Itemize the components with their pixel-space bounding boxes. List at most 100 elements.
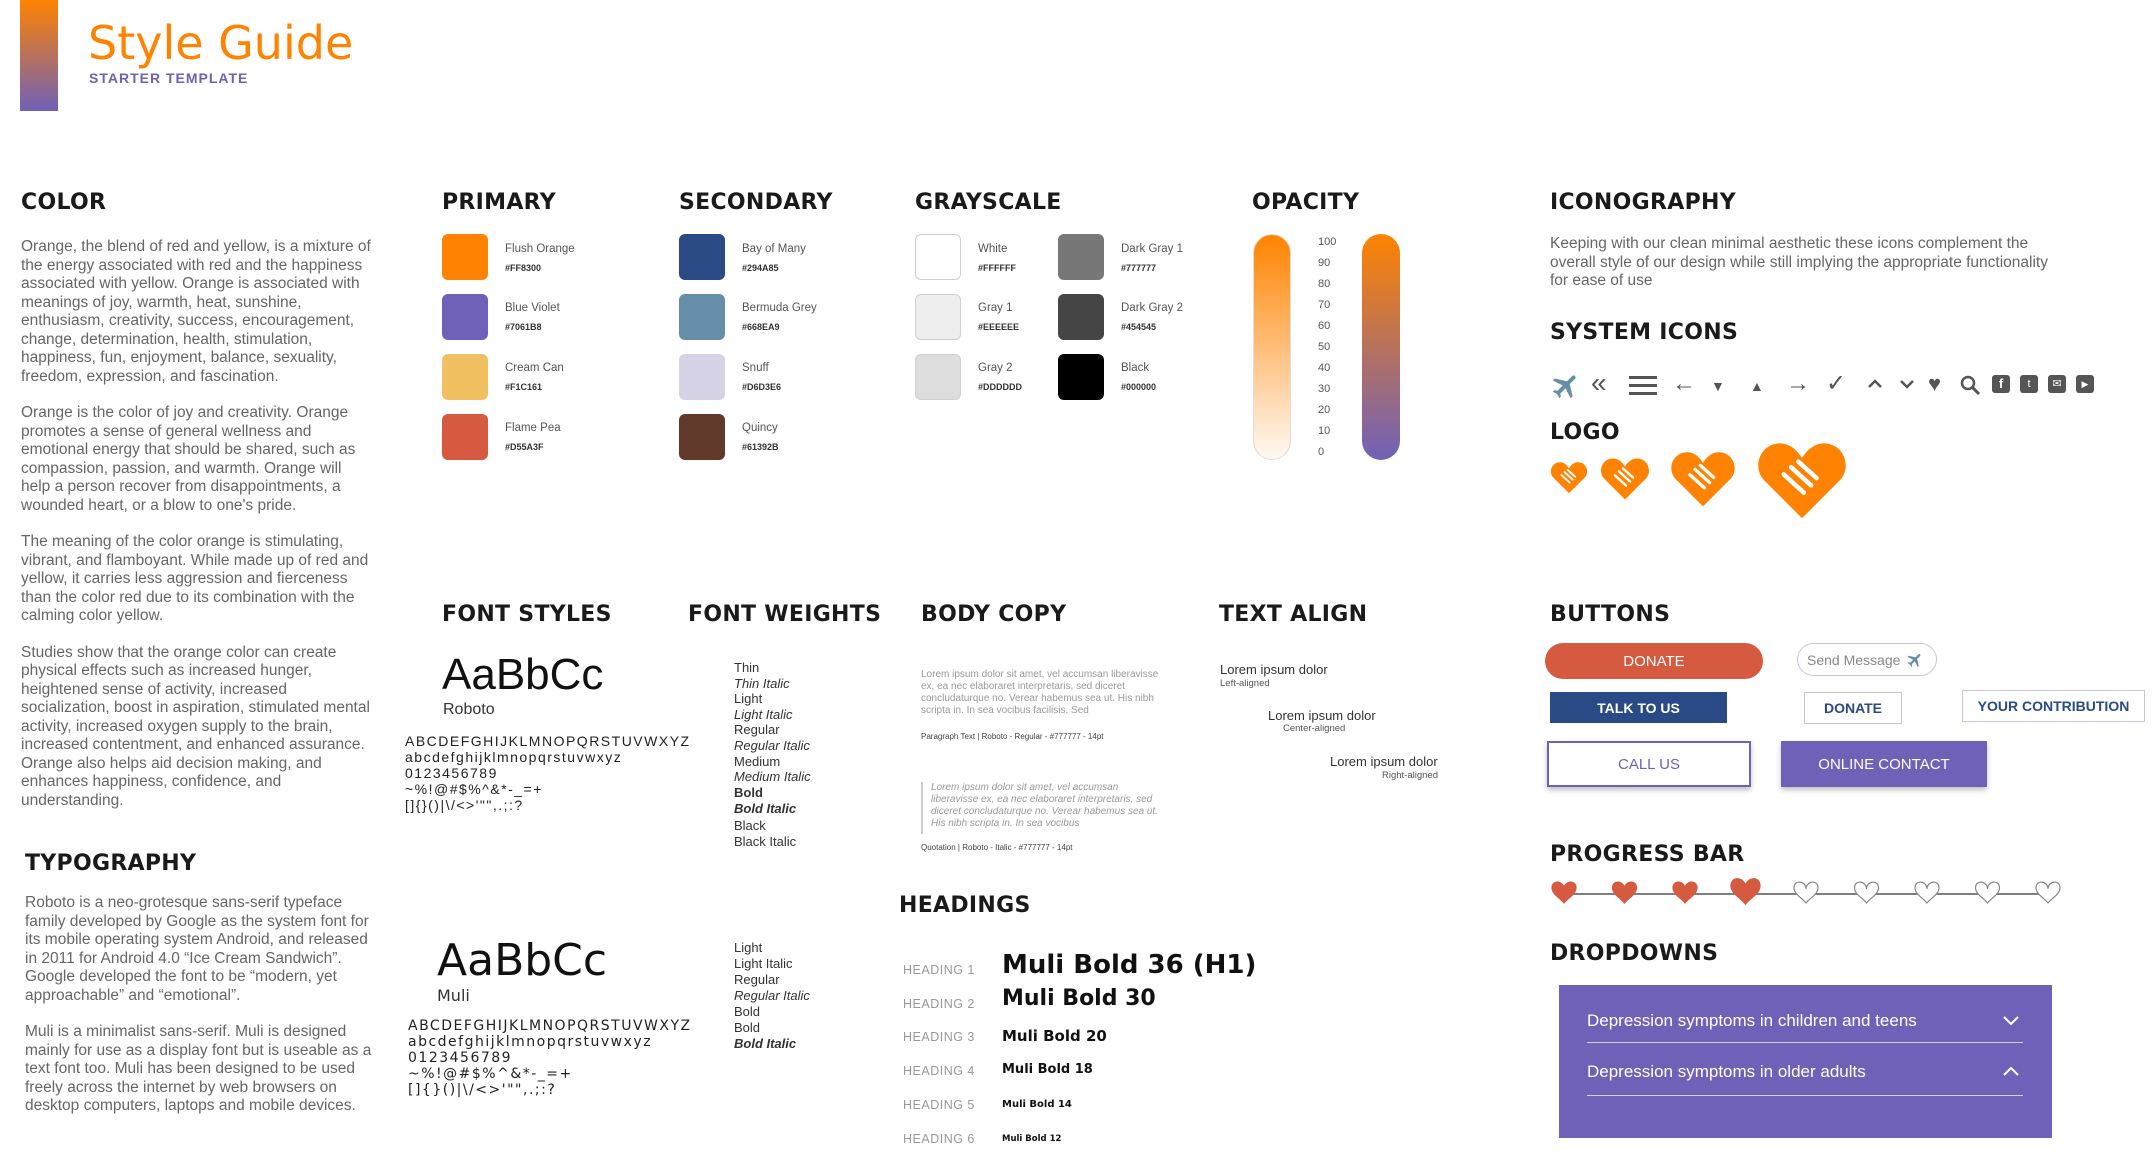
paragraph-caption: Paragraph Text | Roboto - Regular - #777…	[921, 732, 1104, 741]
typography-section-text: Roboto is a neo-grotesque sans-serif typ…	[25, 894, 373, 1134]
weight-light: Light	[734, 940, 763, 955]
weight-bold-italic: Bold Italic	[734, 1036, 797, 1051]
send-message-button[interactable]: Send Message	[1797, 643, 1937, 676]
chevron-down-icon	[2003, 1016, 2019, 1026]
text-center-caption: Center-aligned	[1283, 723, 1346, 734]
plane-icon[interactable]	[1550, 370, 1582, 402]
weight-regular-italic: Regular Italic	[734, 738, 810, 753]
weight-regular: Regular	[734, 972, 780, 987]
swatch-bay-of-many	[679, 234, 725, 280]
swatch-name: Snuff	[742, 362, 769, 374]
swatch-name: Flame Pea	[505, 422, 561, 434]
progress-heart-icon	[1974, 881, 2001, 904]
opacity-tick: 70	[1318, 299, 1331, 311]
chevron-up-icon[interactable]	[1866, 377, 1884, 391]
swatch-quincy	[679, 414, 725, 460]
logo-heart-hands-icon	[1758, 443, 1846, 519]
swatch-white	[915, 234, 961, 280]
weight-light: Light	[734, 691, 763, 706]
swatch-hex: #000000	[1121, 382, 1157, 392]
swatch-dark-gray-1	[1058, 234, 1104, 280]
email-icon[interactable]: ✉	[2048, 375, 2066, 393]
swatch-name: Gray 2	[978, 362, 1013, 374]
donate-primary-button[interactable]: DONATE	[1545, 643, 1763, 679]
typography-paragraph: Muli is a minimalist sans-serif. Muli is…	[25, 1023, 372, 1114]
progress-heart-icon	[1611, 881, 1638, 904]
roboto-name: Roboto	[443, 701, 495, 718]
weight-light-italic: Light Italic	[734, 707, 793, 722]
swatch-hex: #61392B	[742, 442, 779, 452]
hamburger-menu-icon[interactable]	[1628, 374, 1658, 398]
progress-heart-icon	[1730, 878, 1761, 906]
text-align-title: TEXT ALIGN	[1219, 602, 1368, 627]
opacity-tick: 40	[1318, 362, 1331, 374]
send-message-label: Send Message	[1807, 651, 1901, 668]
opacity-bar-orange	[1253, 234, 1291, 460]
dropdown-item[interactable]: Depression symptoms in older adults	[1587, 1058, 2023, 1096]
iconography-description: Keeping with our clean minimal aesthetic…	[1550, 235, 2048, 289]
swatch-name: Dark Gray 2	[1121, 302, 1183, 314]
twitter-icon[interactable]: t	[2020, 375, 2038, 393]
progress-bar	[1551, 878, 2061, 906]
paragraph-sample: Lorem ipsum dolor sit amet, vel accumsan…	[921, 669, 1159, 716]
muli-name: Muli	[437, 986, 470, 1005]
weight-black: Black	[734, 818, 766, 833]
swatch-bermuda-grey	[679, 294, 725, 340]
font-styles-title: FONT STYLES	[442, 602, 612, 627]
progress-heart-icon	[1853, 881, 1880, 904]
roboto-charset: ABCDEFGHIJKLMNOPQRSTUVWXYZ abcdefghijklm…	[405, 733, 691, 813]
heading-5-sample: Muli Bold 14	[1002, 1099, 1072, 1110]
double-chevron-left-icon[interactable]: «	[1591, 369, 1607, 397]
weight-bold: Bold	[734, 785, 763, 800]
text-center-sample: Lorem ipsum dolor	[1268, 708, 1376, 723]
swatch-name: Cream Can	[505, 362, 564, 374]
dropdown-item[interactable]: Depression symptoms in children and teen…	[1587, 1007, 2023, 1043]
color-section-text: Orange, the blend of red and yellow, is …	[21, 238, 373, 828]
logo-title: LOGO	[1550, 420, 1620, 445]
heading-label: HEADING 1	[903, 963, 975, 977]
arrow-left-icon[interactable]: ←	[1672, 372, 1696, 396]
weight-medium: Medium	[734, 754, 781, 769]
your-contribution-button[interactable]: YOUR CONTRIBUTION	[1962, 690, 2145, 722]
opacity-title: OPACITY	[1252, 190, 1360, 215]
youtube-icon[interactable]: ▶	[2076, 375, 2094, 393]
text-right-sample: Lorem ipsum dolor	[1330, 754, 1438, 769]
swatch-hex: #FFFFFF	[978, 263, 1016, 273]
grayscale-title: GRAYSCALE	[915, 190, 1062, 215]
quote-sample: Lorem ipsum dolor sit amet, vel accumsan…	[931, 782, 1158, 829]
heading-label: HEADING 4	[903, 1064, 975, 1078]
heading-2-sample: Muli Bold 30	[1002, 986, 1156, 1011]
arrow-right-icon[interactable]: →	[1786, 372, 1810, 396]
text-left-sample: Lorem ipsum dolor	[1220, 662, 1328, 677]
color-paragraph: The meaning of the color orange is stimu…	[21, 533, 369, 624]
color-paragraph: Orange is the color of joy and creativit…	[21, 404, 356, 514]
search-icon[interactable]	[1959, 374, 1981, 396]
swatch-flame-pea	[442, 414, 488, 460]
heading-label: HEADING 2	[903, 997, 975, 1011]
checkmark-icon[interactable]: ✓	[1826, 372, 1846, 396]
color-section-title: COLOR	[21, 190, 107, 215]
buttons-title: BUTTONS	[1550, 602, 1671, 627]
donate-outline-button[interactable]: DONATE	[1804, 692, 1902, 724]
swatch-flush-orange	[442, 234, 488, 280]
heading-1-sample: Muli Bold 36 (H1)	[1002, 950, 1257, 980]
heart-icon[interactable]: ♥	[1928, 372, 1941, 396]
caret-up-icon[interactable]: ▲	[1750, 374, 1764, 398]
opacity-tick: 30	[1318, 383, 1331, 395]
facebook-icon[interactable]: f	[1992, 375, 2010, 393]
online-contact-button[interactable]: ONLINE CONTACT	[1781, 741, 1987, 787]
progress-heart-icon	[1672, 881, 1698, 904]
call-us-button[interactable]: CALL US	[1547, 741, 1751, 787]
typography-paragraph: Roboto is a neo-grotesque sans-serif typ…	[25, 894, 369, 1004]
iconography-title: ICONOGRAPHY	[1550, 190, 1736, 215]
swatch-black	[1058, 354, 1104, 400]
primary-title: PRIMARY	[442, 190, 556, 215]
chevron-down-icon[interactable]	[1898, 377, 1916, 391]
talk-to-us-button[interactable]: TALK TO US	[1550, 692, 1727, 723]
swatch-hex: #294A85	[742, 263, 779, 273]
swatch-hex: #D6D3E6	[742, 382, 782, 392]
caret-down-icon[interactable]: ▼	[1711, 374, 1725, 398]
weight-bold: Bold	[734, 1004, 761, 1019]
muli-charset: ABCDEFGHIJKLMNOPQRSTUVWXYZ abcdefghijklm…	[408, 1018, 692, 1098]
weight-black-italic: Black Italic	[734, 834, 797, 849]
